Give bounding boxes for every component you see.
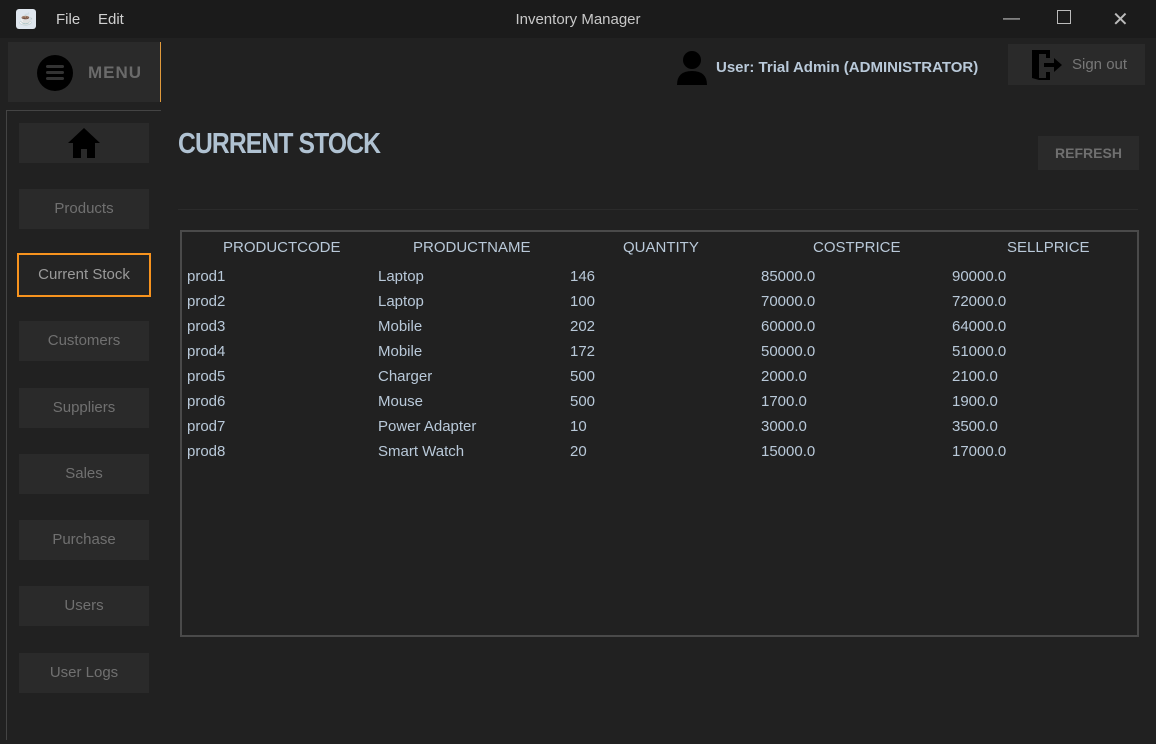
col-productname[interactable]: PRODUCTNAME	[413, 239, 531, 256]
table-row[interactable]: prod2 Laptop 100 70000.0 72000.0	[182, 290, 1137, 315]
table-row[interactable]: prod3 Mobile 202 60000.0 64000.0	[182, 315, 1137, 340]
cell-cost-price: 1700.0	[761, 393, 807, 410]
sidebar-item-sales[interactable]: Sales	[19, 454, 149, 494]
cell-product-code: prod5	[187, 368, 226, 385]
table-row[interactable]: prod1 Laptop 146 85000.0 90000.0	[182, 265, 1137, 290]
table-row[interactable]: prod6 Mouse 500 1700.0 1900.0	[182, 390, 1137, 415]
cell-sell-price: 90000.0	[952, 268, 1007, 285]
title-bar: ☕ File Edit Inventory Manager — ✕	[0, 0, 1156, 38]
user-icon	[677, 51, 707, 85]
hamburger-icon	[37, 55, 73, 91]
cell-quantity: 146	[570, 268, 596, 285]
cell-product-name: Mobile	[378, 343, 423, 360]
cell-sell-price: 2100.0	[952, 368, 998, 385]
table-row[interactable]: prod8 Smart Watch 20 15000.0 17000.0	[182, 440, 1137, 465]
table-row[interactable]: prod7 Power Adapter 10 3000.0 3500.0	[182, 415, 1137, 440]
sidebar-item-user-logs[interactable]: User Logs	[19, 653, 149, 693]
cell-product-name: Mobile	[378, 318, 423, 335]
cell-product-code: prod4	[187, 343, 226, 360]
close-icon[interactable]: ✕	[1112, 7, 1129, 32]
sidebar-item-products[interactable]: Products	[19, 189, 149, 229]
user-info: User: Trial Admin (ADMINISTRATOR)	[676, 50, 978, 86]
cell-cost-price: 2000.0	[761, 368, 807, 385]
cell-quantity: 20	[570, 443, 587, 460]
cell-sell-price: 17000.0	[952, 443, 1007, 460]
cell-quantity: 172	[570, 343, 596, 360]
cell-product-name: Laptop	[378, 268, 424, 285]
cell-quantity: 500	[570, 393, 596, 410]
cell-sell-price: 72000.0	[952, 293, 1007, 310]
col-sellprice[interactable]: SELLPRICE	[1007, 239, 1090, 256]
cell-product-code: prod7	[187, 418, 226, 435]
cell-cost-price: 85000.0	[761, 268, 816, 285]
cell-product-name: Smart Watch	[378, 443, 465, 460]
cell-cost-price: 3000.0	[761, 418, 807, 435]
menu-label: MENU	[88, 63, 143, 82]
home-icon	[68, 128, 100, 158]
menu-toggle-button[interactable]: MENU	[8, 42, 161, 102]
cell-product-name: Mouse	[378, 393, 424, 410]
table-row[interactable]: prod5 Charger 500 2000.0 2100.0	[182, 365, 1137, 390]
cell-cost-price: 15000.0	[761, 443, 816, 460]
sidebar-item-current-stock[interactable]: Current Stock	[17, 253, 151, 297]
stock-table[interactable]: PRODUCTCODE PRODUCTNAME QUANTITY COSTPRI…	[180, 230, 1139, 637]
col-productcode[interactable]: PRODUCTCODE	[223, 239, 341, 256]
sign-out-button[interactable]: Sign out	[1008, 44, 1145, 85]
cell-cost-price: 60000.0	[761, 318, 816, 335]
cell-product-code: prod8	[187, 443, 226, 460]
cell-quantity: 500	[570, 368, 596, 385]
cell-sell-price: 1900.0	[952, 393, 998, 410]
cell-product-code: prod3	[187, 318, 226, 335]
col-quantity[interactable]: QUANTITY	[623, 239, 699, 256]
cell-cost-price: 50000.0	[761, 343, 816, 360]
cell-cost-price: 70000.0	[761, 293, 816, 310]
sidebar-item-customers[interactable]: Customers	[19, 321, 149, 361]
refresh-button[interactable]: REFRESH	[1038, 136, 1139, 170]
table-row[interactable]: prod4 Mobile 172 50000.0 51000.0	[182, 340, 1137, 365]
col-costprice[interactable]: COSTPRICE	[813, 239, 901, 256]
cell-quantity: 10	[570, 418, 587, 435]
cell-quantity: 100	[570, 293, 596, 310]
cell-product-code: prod2	[187, 293, 226, 310]
cell-product-name: Charger	[378, 368, 433, 385]
user-label: User: Trial Admin (ADMINISTRATOR)	[716, 59, 979, 76]
divider	[178, 209, 1138, 210]
cell-sell-price: 51000.0	[952, 343, 1007, 360]
cell-product-name: Laptop	[378, 293, 424, 310]
sign-out-label: Sign out	[1072, 56, 1128, 73]
window-title: Inventory Manager	[515, 11, 641, 28]
cell-product-code: prod6	[187, 393, 226, 410]
exit-door-icon	[1032, 50, 1062, 80]
cell-product-code: prod1	[187, 268, 226, 285]
maximize-icon[interactable]	[1057, 10, 1071, 24]
page-title: CURRENT STOCK	[178, 128, 381, 160]
sidebar-item-users[interactable]: Users	[19, 586, 149, 626]
cell-sell-price: 3500.0	[952, 418, 998, 435]
cell-quantity: 202	[570, 318, 596, 335]
sidebar-item-purchase[interactable]: Purchase	[19, 520, 149, 560]
table-header: PRODUCTCODE PRODUCTNAME QUANTITY COSTPRI…	[182, 236, 1137, 261]
cell-sell-price: 64000.0	[952, 318, 1007, 335]
home-button[interactable]	[19, 123, 149, 163]
minimize-icon[interactable]: —	[1003, 8, 1020, 28]
cell-product-name: Power Adapter	[378, 418, 477, 435]
sidebar-item-suppliers[interactable]: Suppliers	[19, 388, 149, 428]
